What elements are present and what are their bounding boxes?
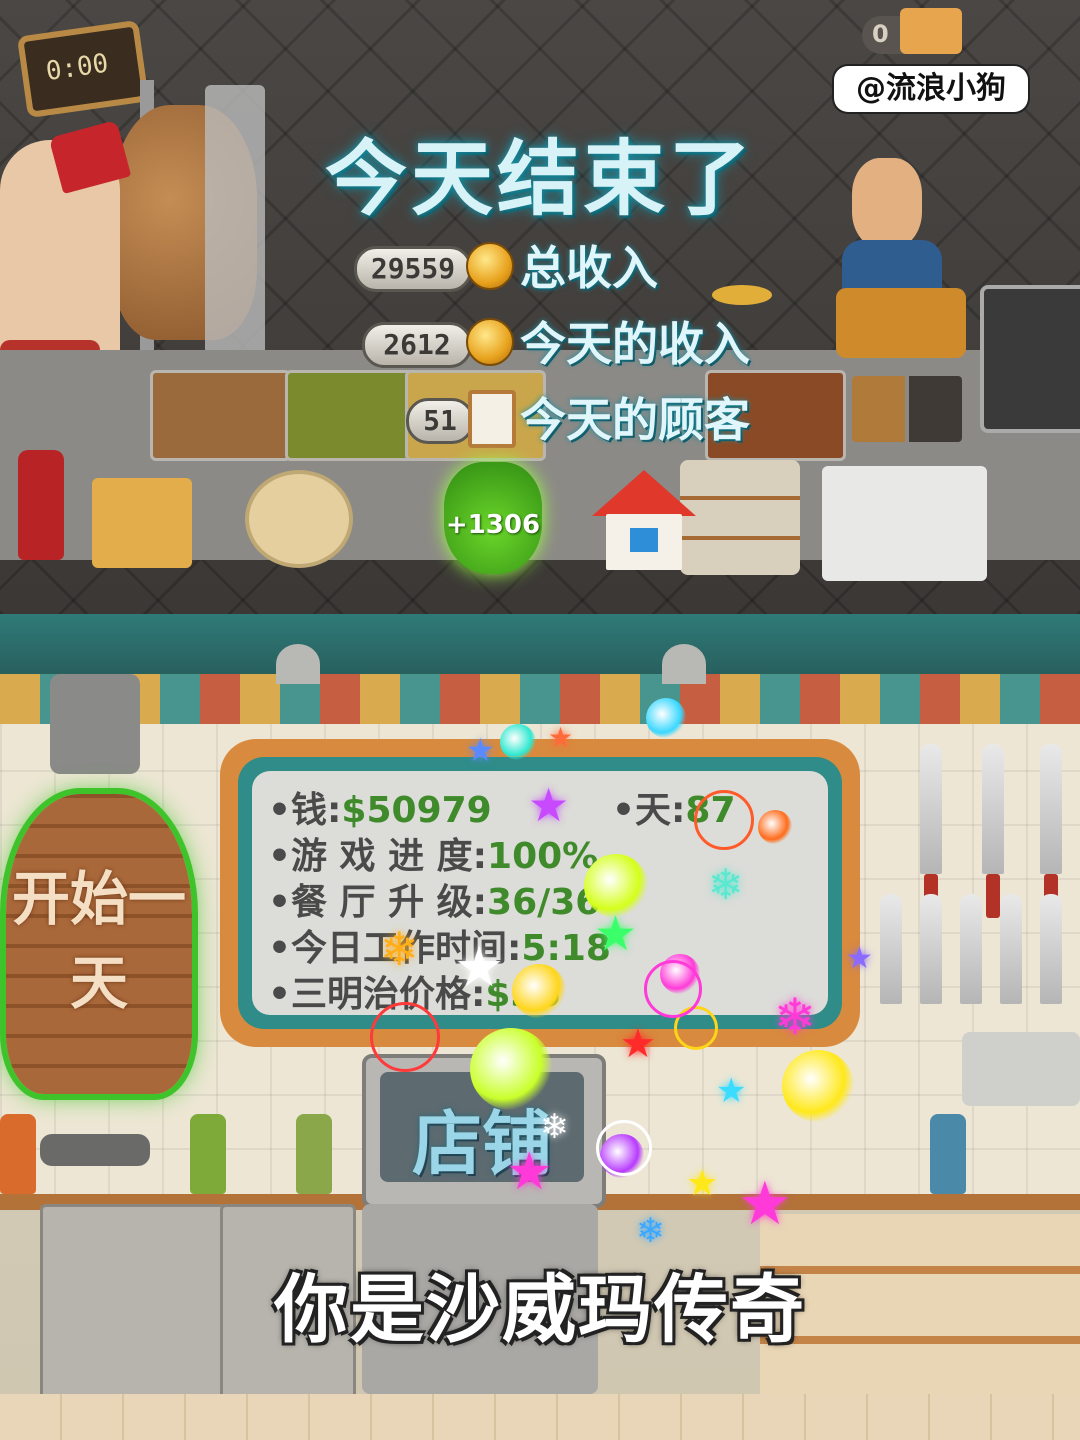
snowflake-particle: ❄ — [636, 1211, 665, 1251]
stat-progress-value: 100% — [487, 836, 599, 877]
spray-bottle — [930, 1114, 966, 1194]
stat-money-label: •钱: — [268, 790, 342, 831]
stat-money: •钱:$50979 — [268, 781, 492, 833]
knife-icon — [1040, 744, 1062, 918]
shop-label: 店铺 — [412, 1103, 552, 1185]
money-bag-bonus-button[interactable]: +1306 — [444, 462, 542, 574]
plate-stack — [822, 466, 987, 581]
pita-stack — [245, 470, 353, 568]
stat-money-value: $50979 — [341, 790, 492, 831]
video-caption: 你是沙威玛传奇 — [274, 1267, 806, 1353]
stat-day-value: 87 — [685, 790, 736, 831]
drink-machine — [836, 288, 966, 358]
stat-day: •天:87 — [612, 781, 736, 833]
cake-icon — [900, 8, 962, 54]
ceiling-lamp — [662, 644, 706, 684]
home-button[interactable] — [592, 470, 696, 570]
clipboard-icon — [468, 390, 516, 448]
coin-icon — [466, 242, 514, 290]
meat-tray — [150, 370, 291, 461]
stat-worktime: •今日工作时间:5:18 — [268, 919, 611, 971]
bunting-decoration — [0, 674, 1080, 724]
home-icon-body — [606, 514, 682, 570]
watermark-text: @流浪小狗 — [856, 71, 1006, 106]
coin-pile — [712, 285, 772, 305]
fryer — [980, 285, 1080, 433]
spit-motor — [50, 674, 140, 774]
juice-boxes — [92, 478, 192, 568]
stats-board-frame: •钱:$50979 •天:87 •游 戏 进 度:100% •餐 厅 升 级:3… — [238, 757, 842, 1029]
stat-price-value: $36 — [485, 974, 561, 1015]
stat-worktime-value: 5:18 — [521, 928, 611, 969]
knife-icon — [920, 744, 942, 918]
start-day-label: 开始一天 — [11, 865, 186, 1017]
spit-base — [40, 1134, 150, 1166]
stat-day-label: •天: — [612, 790, 686, 831]
top-counter-value: 0 — [872, 20, 889, 48]
total-income-label: 总收入 — [520, 241, 658, 295]
shop-button[interactable]: 店铺 — [362, 1054, 606, 1208]
day-summary-screen: 0:00 0 @流浪小狗 今天结束了 29559 总收入 2612 今天的收入 … — [0, 0, 1080, 614]
bonus-amount: +1306 — [445, 510, 541, 540]
stats-board-screen: •钱:$50979 •天:87 •游 戏 进 度:100% •餐 厅 升 级:3… — [252, 771, 828, 1015]
day-over-title: 今天结束了 — [324, 132, 755, 227]
awning — [0, 614, 1080, 674]
stat-price-label: •三明治价格: — [268, 974, 486, 1015]
drink-cups — [852, 376, 962, 442]
sauce-bottle — [0, 1114, 36, 1194]
stats-board: •钱:$50979 •天:87 •游 戏 进 度:100% •餐 厅 升 级:3… — [220, 739, 860, 1047]
knife-icon — [1000, 894, 1022, 1004]
stat-price: •三明治价格:$36 — [268, 965, 561, 1017]
today-customers-value: 51 — [406, 398, 474, 444]
stat-worktime-label: •今日工作时间: — [268, 928, 522, 969]
home-icon-window — [630, 528, 658, 552]
clock-text: 0:00 — [43, 48, 111, 88]
ceiling-lamp — [276, 644, 320, 684]
knife-icon — [960, 894, 982, 1004]
stat-progress-label: •游 戏 进 度: — [268, 836, 488, 877]
coin-icon — [466, 318, 514, 366]
today-income-label: 今天的收入 — [520, 317, 750, 371]
wrapped-shawarma — [680, 460, 800, 575]
knife-icon — [1040, 894, 1062, 1004]
oil-bottle — [190, 1114, 226, 1194]
shop-screen: •钱:$50979 •天:87 •游 戏 进 度:100% •餐 厅 升 级:3… — [0, 614, 1080, 1440]
today-income-value: 2612 — [362, 322, 472, 368]
wall-clock: 0:00 — [16, 19, 150, 119]
knife-icon — [880, 894, 902, 1004]
total-income-value: 29559 — [354, 246, 472, 292]
microwave — [962, 1032, 1080, 1106]
stat-progress: •游 戏 进 度:100% — [268, 827, 598, 879]
today-customers-label: 今天的顾客 — [520, 393, 750, 447]
floor — [0, 1394, 1080, 1440]
oil-bottle — [296, 1114, 332, 1194]
start-day-button[interactable]: 开始一天 — [6, 794, 192, 1094]
stat-upgrade-label: •餐 厅 升 级: — [268, 882, 488, 923]
shop-window: 店铺 — [380, 1072, 584, 1185]
watermark-badge: @流浪小狗 — [834, 66, 1028, 112]
stat-upgrade: •餐 厅 升 级:36/36 — [268, 873, 600, 925]
home-icon — [592, 470, 696, 516]
ketchup-bottle — [18, 450, 64, 560]
knife-icon — [982, 744, 1004, 918]
knife-icon — [920, 894, 942, 1004]
stat-upgrade-value: 36/36 — [487, 882, 601, 923]
